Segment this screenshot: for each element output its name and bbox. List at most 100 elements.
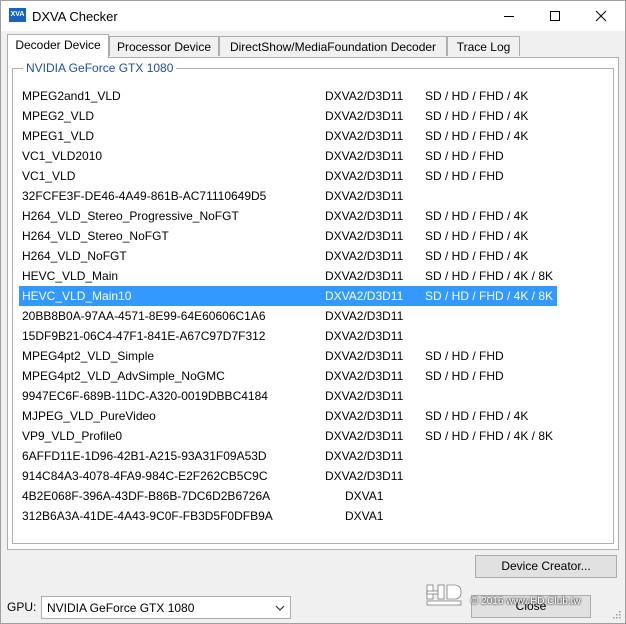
decoder-row[interactable]: 4B2E068F-396A-43DF-B86B-7DC6D2B6726A DXVA… [19, 486, 557, 506]
decoder-row[interactable]: 914C84A3-4078-4FA9-984C-E2F262CB5C9C DXVA… [19, 466, 557, 486]
decoder-api: DXVA2/D3D11 [325, 449, 404, 463]
tab-decoder-device[interactable]: Decoder Device [7, 34, 109, 58]
decoder-api: DXVA1 [345, 509, 384, 523]
decoder-api: DXVA2/D3D11 [325, 169, 404, 183]
decoder-api: DXVA2/D3D11 [325, 129, 404, 143]
decoder-name: HEVC_VLD_Main10 [22, 289, 132, 303]
decoder-row[interactable]: HEVC_VLD_Main DXVA2/D3D11 SD / HD / FHD / … [19, 266, 557, 286]
decoder-name: MPEG4pt2_VLD_AdvSimple_NoGMC [22, 369, 225, 383]
decoder-name: VC1_VLD [22, 169, 76, 183]
decoder-resolutions: SD / HD / FHD / 4K [425, 129, 529, 143]
decoder-row[interactable]: VC1_VLD2010 DXVA2/D3D11 SD / HD / FHD [19, 146, 557, 166]
decoder-name: HEVC_VLD_Main [22, 269, 119, 283]
decoder-row[interactable]: 32FCFE3F-DE46-4A49-861B-AC71110649D5 DXVA… [19, 186, 557, 206]
decoder-resolutions: SD / HD / FHD [425, 149, 504, 163]
close-window-button[interactable] [578, 1, 624, 31]
decoder-name: MJPEG_VLD_PureVideo [22, 409, 156, 423]
decoder-row[interactable]: VP9_VLD_Profile0 DXVA2/D3D11 SD / HD / FHD… [19, 426, 557, 446]
decoder-resolutions: SD / HD / FHD [425, 369, 504, 383]
decoder-name: VC1_VLD2010 [22, 149, 103, 163]
dxva-checker-window: XVA DXVA Checker Decoder Device Processo… [0, 0, 626, 624]
decoder-name: MPEG2_VLD [22, 109, 95, 123]
decoder-row[interactable]: VC1_VLD DXVA2/D3D11 SD / HD / FHD [19, 166, 557, 186]
decoder-resolutions: SD / HD / FHD / 4K [425, 89, 529, 103]
decoder-resolutions: SD / HD / FHD / 4K [425, 229, 529, 243]
maximize-icon [550, 11, 560, 21]
decoder-api: DXVA2/D3D11 [325, 389, 404, 403]
decoder-row[interactable]: MPEG4pt2_VLD_AdvSimple_NoGMC DXVA2/D3D11 S… [19, 366, 557, 386]
decoder-api: DXVA2/D3D11 [325, 269, 404, 283]
gpu-label: GPU: [7, 600, 37, 614]
decoder-name: 32FCFE3F-DE46-4A49-861B-AC71110649D5 [22, 189, 267, 203]
decoder-api: DXVA2/D3D11 [325, 409, 404, 423]
gpu-select[interactable]: NVIDIA GeForce GTX 1080 [41, 596, 291, 619]
decoder-name: MPEG2and1_VLD [22, 89, 121, 103]
decoder-row[interactable]: 20BB8B0A-97AA-4571-8E99-64E60606C1A6 DXVA… [19, 306, 557, 326]
decoder-name: 20BB8B0A-97AA-4571-8E99-64E60606C1A6 [22, 309, 266, 323]
decoder-api: DXVA1 [345, 489, 384, 503]
close-icon [595, 10, 607, 22]
decoder-row[interactable]: MPEG1_VLD DXVA2/D3D11 SD / HD / FHD / 4K [19, 126, 557, 146]
decoder-resolutions: SD / HD / FHD / 4K [425, 409, 529, 423]
decoder-name: VP9_VLD_Profile0 [22, 429, 123, 443]
decoder-api: DXVA2/D3D11 [325, 149, 404, 163]
minimize-icon [504, 16, 514, 17]
resize-grip-icon[interactable] [611, 609, 621, 619]
decoder-api: DXVA2/D3D11 [325, 349, 404, 363]
tab-trace-log[interactable]: Trace Log [447, 36, 520, 56]
decoder-resolutions: SD / HD / FHD [425, 349, 504, 363]
decoder-api: DXVA2/D3D11 [325, 289, 404, 303]
decoder-name: 914C84A3-4078-4FA9-984C-E2F262CB5C9C [22, 469, 268, 483]
decoder-name: 6AFFD11E-1D96-42B1-A215-93A31F09A53D [22, 449, 267, 463]
decoder-name: H264_VLD_NoFGT [22, 249, 127, 263]
gpu-groupbox: NVIDIA GeForce GTX 1080 MPEG2and1_VLD DXV… [12, 61, 614, 544]
decoder-name: MPEG4pt2_VLD_Simple [22, 349, 155, 363]
gpu-select-value: NVIDIA GeForce GTX 1080 [47, 601, 195, 615]
decoder-resolutions: SD / HD / FHD / 4K / 8K [425, 269, 554, 283]
decoder-resolutions: SD / HD / FHD / 4K / 8K [425, 289, 554, 303]
decoder-api: DXVA2/D3D11 [325, 369, 404, 383]
chevron-down-icon [275, 605, 285, 611]
decoder-api: DXVA2/D3D11 [325, 209, 404, 223]
decoder-name: MPEG1_VLD [22, 129, 95, 143]
device-creator-button[interactable]: Device Creator... [475, 555, 617, 578]
decoder-resolutions: SD / HD / FHD / 4K / 8K [425, 429, 554, 443]
decoder-device-panel: NVIDIA GeForce GTX 1080 MPEG2and1_VLD DXV… [7, 57, 619, 550]
decoder-api: DXVA2/D3D11 [325, 109, 404, 123]
decoder-name: 9947EC6F-689B-11DC-A320-0019DBBC4184 [22, 389, 268, 403]
decoder-row[interactable]: H264_VLD_NoFGT DXVA2/D3D11 SD / HD / FHD /… [19, 246, 557, 266]
decoder-row[interactable]: 6AFFD11E-1D96-42B1-A215-93A31F09A53D DXVA… [19, 446, 557, 466]
decoder-row[interactable]: MJPEG_VLD_PureVideo DXVA2/D3D11 SD / HD / … [19, 406, 557, 426]
tab-directshow-mediafoundation-decoder[interactable]: DirectShow/MediaFoundation Decoder [219, 36, 447, 56]
decoder-row[interactable]: 312B6A3A-41DE-4A43-9C0F-FB3D5F0DFB9A DXVA… [19, 506, 557, 526]
hd-club-logo [426, 584, 462, 606]
decoder-name: H264_VLD_Stereo_Progressive_NoFGT [22, 209, 239, 223]
decoder-api: DXVA2/D3D11 [325, 189, 404, 203]
decoder-resolutions: SD / HD / FHD / 4K [425, 109, 529, 123]
decoder-row[interactable]: HEVC_VLD_Main10 DXVA2/D3D11 SD / HD / FHD … [19, 286, 557, 306]
decoder-resolutions: SD / HD / FHD / 4K [425, 249, 529, 263]
minimize-button[interactable] [486, 1, 532, 31]
decoder-resolutions: SD / HD / FHD [425, 169, 504, 183]
tab-processor-device[interactable]: Processor Device [109, 36, 219, 56]
decoder-name: H264_VLD_Stereo_NoFGT [22, 229, 169, 243]
decoder-row[interactable]: MPEG4pt2_VLD_Simple DXVA2/D3D11 SD / HD / … [19, 346, 557, 366]
decoder-api: DXVA2/D3D11 [325, 329, 404, 343]
decoder-row[interactable]: MPEG2and1_VLD DXVA2/D3D11 SD / HD / FHD / … [19, 86, 557, 106]
decoder-api: DXVA2/D3D11 [325, 429, 404, 443]
decoder-api: DXVA2/D3D11 [325, 89, 404, 103]
decoder-row[interactable]: H264_VLD_Stereo_NoFGT DXVA2/D3D11 SD / HD … [19, 226, 557, 246]
title-bar[interactable]: XVA DXVA Checker [1, 1, 625, 31]
decoder-row[interactable]: 15DF9B21-06C4-47F1-841E-A67C97D7F312 DXVA… [19, 326, 557, 346]
decoder-name: 312B6A3A-41DE-4A43-9C0F-FB3D5F0DFB9A [22, 509, 273, 523]
decoder-row[interactable]: H264_VLD_Stereo_Progressive_NoFGT DXVA2/D… [19, 206, 557, 226]
decoder-name: 15DF9B21-06C4-47F1-841E-A67C97D7F312 [22, 329, 266, 343]
decoder-api: DXVA2/D3D11 [325, 469, 404, 483]
decoder-name: 4B2E068F-396A-43DF-B86B-7DC6D2B6726A [22, 489, 271, 503]
decoder-row[interactable]: MPEG2_VLD DXVA2/D3D11 SD / HD / FHD / 4K [19, 106, 557, 126]
maximize-button[interactable] [532, 1, 578, 31]
decoder-api: DXVA2/D3D11 [325, 229, 404, 243]
window-title: DXVA Checker [32, 9, 118, 24]
decoder-api: DXVA2/D3D11 [325, 249, 404, 263]
decoder-row[interactable]: 9947EC6F-689B-11DC-A320-0019DBBC4184 DXVA… [19, 386, 557, 406]
